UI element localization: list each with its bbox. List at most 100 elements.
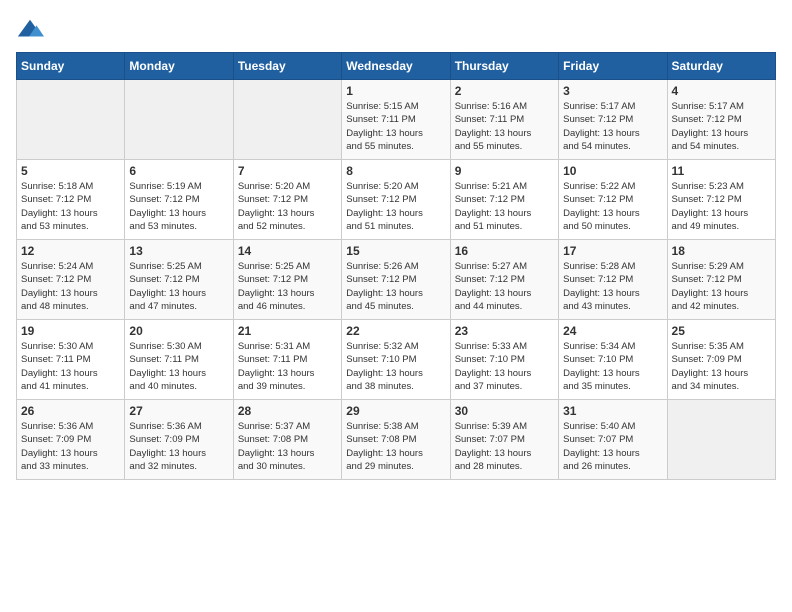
calendar-cell: 15 Sunrise: 5:26 AMSunset: 7:12 PMDayligh…	[342, 240, 450, 320]
calendar-cell: 3 Sunrise: 5:17 AMSunset: 7:12 PMDaylight…	[559, 80, 667, 160]
day-info: Sunrise: 5:33 AMSunset: 7:10 PMDaylight:…	[455, 340, 554, 393]
calendar-table: SundayMondayTuesdayWednesdayThursdayFrid…	[16, 52, 776, 480]
day-info: Sunrise: 5:30 AMSunset: 7:11 PMDaylight:…	[21, 340, 120, 393]
calendar-cell: 13Sunrise: 5:25 AMSunset: 7:12 PMDayligh…	[125, 240, 233, 320]
day-number: 3	[563, 84, 662, 98]
day-info: Sunrise: 5:38 AMSunset: 7:08 PMDaylight:…	[346, 420, 445, 473]
day-info: Sunrise: 5:31 AMSunset: 7:11 PMDaylight:…	[238, 340, 337, 393]
calendar-cell: 14 Sunrise: 5:25 AMSunset: 7:12 PMDayligh…	[233, 240, 341, 320]
calendar-cell	[233, 80, 341, 160]
calendar-cell: 16 Sunrise: 5:27 AMSunset: 7:12 PMDayligh…	[450, 240, 558, 320]
weekday-header-thursday: Thursday	[450, 53, 558, 80]
weekday-header-wednesday: Wednesday	[342, 53, 450, 80]
calendar-cell: 20 Sunrise: 5:30 AMSunset: 7:11 PMDayligh…	[125, 320, 233, 400]
day-number: 7	[238, 164, 337, 178]
calendar-cell: 17Sunrise: 5:28 AMSunset: 7:12 PMDayligh…	[559, 240, 667, 320]
week-row-4: 19 Sunrise: 5:30 AMSunset: 7:11 PMDayligh…	[17, 320, 776, 400]
day-number: 28	[238, 404, 337, 418]
day-info: Sunrise: 5:21 AMSunset: 7:12 PMDaylight:…	[455, 180, 554, 233]
week-row-2: 5 Sunrise: 5:18 AMSunset: 7:12 PMDaylight…	[17, 160, 776, 240]
day-info: Sunrise: 5:25 AMSunset: 7:12 PMDaylight:…	[238, 260, 337, 313]
day-info: Sunrise: 5:17 AMSunset: 7:12 PMDaylight:…	[672, 100, 771, 153]
calendar-cell: 24 Sunrise: 5:34 AMSunset: 7:10 PMDayligh…	[559, 320, 667, 400]
day-info: Sunrise: 5:19 AMSunset: 7:12 PMDaylight:…	[129, 180, 228, 233]
day-info: Sunrise: 5:18 AMSunset: 7:12 PMDaylight:…	[21, 180, 120, 233]
day-info: Sunrise: 5:35 AMSunset: 7:09 PMDaylight:…	[672, 340, 771, 393]
weekday-header-saturday: Saturday	[667, 53, 775, 80]
logo	[16, 16, 48, 44]
day-info: Sunrise: 5:28 AMSunset: 7:12 PMDaylight:…	[563, 260, 662, 313]
day-number: 19	[21, 324, 120, 338]
day-number: 11	[672, 164, 771, 178]
day-info: Sunrise: 5:32 AMSunset: 7:10 PMDaylight:…	[346, 340, 445, 393]
day-number: 9	[455, 164, 554, 178]
calendar-cell: 9 Sunrise: 5:21 AMSunset: 7:12 PMDaylight…	[450, 160, 558, 240]
day-number: 14	[238, 244, 337, 258]
calendar-cell: 25 Sunrise: 5:35 AMSunset: 7:09 PMDayligh…	[667, 320, 775, 400]
weekday-header-sunday: Sunday	[17, 53, 125, 80]
day-number: 4	[672, 84, 771, 98]
day-number: 24	[563, 324, 662, 338]
calendar-cell: 21 Sunrise: 5:31 AMSunset: 7:11 PMDayligh…	[233, 320, 341, 400]
week-row-5: 26 Sunrise: 5:36 AMSunset: 7:09 PMDayligh…	[17, 400, 776, 480]
day-info: Sunrise: 5:20 AMSunset: 7:12 PMDaylight:…	[238, 180, 337, 233]
day-number: 23	[455, 324, 554, 338]
calendar-cell: 31Sunrise: 5:40 AMSunset: 7:07 PMDayligh…	[559, 400, 667, 480]
page-header	[16, 16, 776, 44]
day-info: Sunrise: 5:17 AMSunset: 7:12 PMDaylight:…	[563, 100, 662, 153]
day-info: Sunrise: 5:16 AMSunset: 7:11 PMDaylight:…	[455, 100, 554, 153]
weekday-header-tuesday: Tuesday	[233, 53, 341, 80]
calendar-cell: 29 Sunrise: 5:38 AMSunset: 7:08 PMDayligh…	[342, 400, 450, 480]
day-number: 6	[129, 164, 228, 178]
day-info: Sunrise: 5:22 AMSunset: 7:12 PMDaylight:…	[563, 180, 662, 233]
calendar-cell	[667, 400, 775, 480]
calendar-cell: 12 Sunrise: 5:24 AMSunset: 7:12 PMDayligh…	[17, 240, 125, 320]
day-info: Sunrise: 5:39 AMSunset: 7:07 PMDaylight:…	[455, 420, 554, 473]
day-info: Sunrise: 5:26 AMSunset: 7:12 PMDaylight:…	[346, 260, 445, 313]
calendar-cell	[17, 80, 125, 160]
week-row-1: 1 Sunrise: 5:15 AMSunset: 7:11 PMDaylight…	[17, 80, 776, 160]
day-info: Sunrise: 5:34 AMSunset: 7:10 PMDaylight:…	[563, 340, 662, 393]
day-number: 5	[21, 164, 120, 178]
weekday-header-monday: Monday	[125, 53, 233, 80]
calendar-cell: 2 Sunrise: 5:16 AMSunset: 7:11 PMDaylight…	[450, 80, 558, 160]
calendar-cell: 23 Sunrise: 5:33 AMSunset: 7:10 PMDayligh…	[450, 320, 558, 400]
day-number: 10	[563, 164, 662, 178]
day-number: 25	[672, 324, 771, 338]
calendar-cell: 18Sunrise: 5:29 AMSunset: 7:12 PMDayligh…	[667, 240, 775, 320]
day-number: 29	[346, 404, 445, 418]
day-number: 21	[238, 324, 337, 338]
calendar-cell: 7 Sunrise: 5:20 AMSunset: 7:12 PMDaylight…	[233, 160, 341, 240]
day-number: 20	[129, 324, 228, 338]
calendar-cell: 26 Sunrise: 5:36 AMSunset: 7:09 PMDayligh…	[17, 400, 125, 480]
day-number: 31	[563, 404, 662, 418]
day-number: 27	[129, 404, 228, 418]
day-number: 12	[21, 244, 120, 258]
day-number: 2	[455, 84, 554, 98]
calendar-cell: 19 Sunrise: 5:30 AMSunset: 7:11 PMDayligh…	[17, 320, 125, 400]
calendar-cell: 11 Sunrise: 5:23 AMSunset: 7:12 PMDayligh…	[667, 160, 775, 240]
day-info: Sunrise: 5:20 AMSunset: 7:12 PMDaylight:…	[346, 180, 445, 233]
day-info: Sunrise: 5:36 AMSunset: 7:09 PMDaylight:…	[21, 420, 120, 473]
day-info: Sunrise: 5:27 AMSunset: 7:12 PMDaylight:…	[455, 260, 554, 313]
day-number: 26	[21, 404, 120, 418]
day-info: Sunrise: 5:24 AMSunset: 7:12 PMDaylight:…	[21, 260, 120, 313]
calendar-cell: 27Sunrise: 5:36 AMSunset: 7:09 PMDayligh…	[125, 400, 233, 480]
day-info: Sunrise: 5:30 AMSunset: 7:11 PMDaylight:…	[129, 340, 228, 393]
day-number: 8	[346, 164, 445, 178]
day-number: 13	[129, 244, 228, 258]
day-info: Sunrise: 5:29 AMSunset: 7:12 PMDaylight:…	[672, 260, 771, 313]
calendar-cell	[125, 80, 233, 160]
day-info: Sunrise: 5:37 AMSunset: 7:08 PMDaylight:…	[238, 420, 337, 473]
calendar-cell: 6 Sunrise: 5:19 AMSunset: 7:12 PMDaylight…	[125, 160, 233, 240]
day-info: Sunrise: 5:15 AMSunset: 7:11 PMDaylight:…	[346, 100, 445, 153]
day-number: 30	[455, 404, 554, 418]
day-info: Sunrise: 5:23 AMSunset: 7:12 PMDaylight:…	[672, 180, 771, 233]
day-number: 16	[455, 244, 554, 258]
day-number: 15	[346, 244, 445, 258]
week-row-3: 12 Sunrise: 5:24 AMSunset: 7:12 PMDayligh…	[17, 240, 776, 320]
calendar-cell: 4 Sunrise: 5:17 AMSunset: 7:12 PMDaylight…	[667, 80, 775, 160]
day-number: 1	[346, 84, 445, 98]
calendar-cell: 5 Sunrise: 5:18 AMSunset: 7:12 PMDaylight…	[17, 160, 125, 240]
weekday-header-row: SundayMondayTuesdayWednesdayThursdayFrid…	[17, 53, 776, 80]
